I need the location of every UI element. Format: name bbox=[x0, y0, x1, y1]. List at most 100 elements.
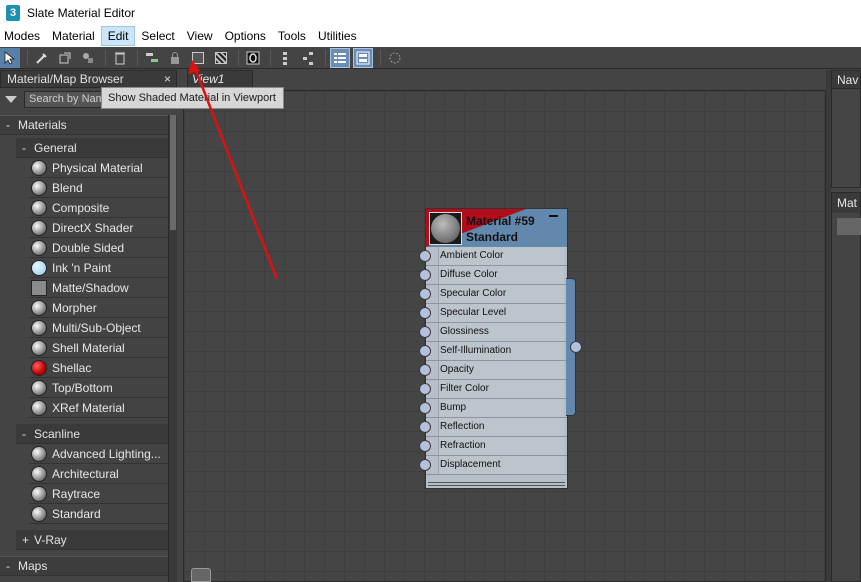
lock-icon[interactable] bbox=[165, 48, 185, 68]
category-general[interactable]: - General bbox=[16, 138, 168, 158]
material-item-multi-sub-object[interactable]: Multi/Sub-Object bbox=[29, 318, 168, 338]
material-item-advanced-lighting[interactable]: Advanced Lighting... bbox=[29, 444, 168, 464]
node-slot-opacity[interactable]: Opacity bbox=[419, 361, 567, 380]
material-item-label: Raytrace bbox=[52, 486, 101, 501]
delete-icon[interactable] bbox=[110, 48, 130, 68]
material-item-top-bottom[interactable]: Top/Bottom bbox=[29, 378, 168, 398]
node-slot-self-illumination[interactable]: Self-Illumination bbox=[419, 342, 567, 361]
material-swatch-icon bbox=[31, 159, 47, 176]
tab-view1[interactable]: View1 bbox=[187, 70, 253, 88]
node-slot-specular-level[interactable]: Specular Level bbox=[419, 304, 567, 323]
menu-view[interactable]: View bbox=[181, 26, 219, 46]
material-swatch-icon bbox=[31, 279, 47, 296]
minimize-icon[interactable] bbox=[549, 215, 558, 217]
node-slot-ambient-color[interactable]: Ambient Color bbox=[419, 247, 567, 266]
category-materials[interactable]: - Materials bbox=[0, 115, 168, 135]
material-panel-header: Mat bbox=[832, 193, 860, 213]
node-material-type: Standard bbox=[466, 230, 519, 244]
node-slot-bump[interactable]: Bump bbox=[419, 399, 567, 418]
material-swatch-icon bbox=[31, 505, 47, 522]
input-socket[interactable] bbox=[419, 459, 431, 471]
input-socket[interactable] bbox=[419, 345, 431, 357]
close-icon[interactable]: × bbox=[164, 72, 171, 86]
material-item-xref-material[interactable]: XRef Material bbox=[29, 398, 168, 418]
menu-modes[interactable]: Modes bbox=[0, 26, 46, 46]
material-item-shell-material[interactable]: Shell Material bbox=[29, 338, 168, 358]
category-scanline[interactable]: - Scanline bbox=[16, 424, 168, 444]
navigator-panel: Nav bbox=[831, 70, 861, 188]
node-slot-reflection[interactable]: Reflection bbox=[419, 418, 567, 437]
node-slot-displacement[interactable]: Displacement bbox=[419, 456, 567, 475]
menu-tools[interactable]: Tools bbox=[272, 26, 312, 46]
put-to-scene-icon[interactable] bbox=[55, 48, 75, 68]
select-by-material-icon[interactable] bbox=[385, 48, 405, 68]
slot-label: Opacity bbox=[438, 361, 564, 379]
menu-options[interactable]: Options bbox=[219, 26, 272, 46]
layout-all-icon[interactable] bbox=[275, 48, 295, 68]
layout-children-icon[interactable] bbox=[298, 48, 318, 68]
show-shaded-material-icon[interactable] bbox=[188, 48, 208, 68]
slot-label: Specular Color bbox=[438, 285, 564, 303]
move-children-icon[interactable] bbox=[142, 48, 162, 68]
navigator-toggle-icon[interactable] bbox=[191, 568, 211, 582]
input-socket[interactable] bbox=[419, 383, 431, 395]
select-arrow-icon[interactable] bbox=[0, 47, 20, 68]
collapse-icon: - bbox=[22, 426, 26, 441]
material-item-directx-shader[interactable]: DirectX Shader bbox=[29, 218, 168, 238]
material-item-label: Shell Material bbox=[52, 340, 125, 355]
input-socket[interactable] bbox=[419, 364, 431, 376]
category-label: General bbox=[34, 140, 77, 155]
material-item-raytrace[interactable]: Raytrace bbox=[29, 484, 168, 504]
node-slot-refraction[interactable]: Refraction bbox=[419, 437, 567, 456]
category-maps[interactable]: - Maps bbox=[0, 556, 168, 576]
chevron-down-icon[interactable] bbox=[5, 95, 17, 103]
menu-select[interactable]: Select bbox=[135, 26, 180, 46]
output-socket[interactable] bbox=[570, 341, 582, 353]
input-socket[interactable] bbox=[419, 421, 431, 433]
input-socket[interactable] bbox=[419, 440, 431, 452]
assign-to-selection-icon[interactable] bbox=[78, 48, 98, 68]
material-item-shellac[interactable]: Shellac bbox=[29, 358, 168, 378]
show-realistic-icon[interactable] bbox=[211, 48, 231, 68]
material-item-double-sided[interactable]: Double Sided bbox=[29, 238, 168, 258]
menu-material[interactable]: Material bbox=[46, 26, 101, 46]
input-socket[interactable] bbox=[419, 250, 431, 262]
input-socket[interactable] bbox=[419, 288, 431, 300]
node-slot-specular-color[interactable]: Specular Color bbox=[419, 285, 567, 304]
material-map-browser-icon[interactable] bbox=[330, 47, 350, 68]
slot-label: Diffuse Color bbox=[438, 266, 564, 284]
menu-utilities[interactable]: Utilities bbox=[312, 26, 363, 46]
material-item-standard[interactable]: Standard bbox=[29, 504, 168, 524]
window-title: Slate Material Editor bbox=[27, 5, 136, 20]
material-item-label: Architectural bbox=[52, 466, 119, 481]
node-slot-glossiness[interactable]: Glossiness bbox=[419, 323, 567, 342]
menu-edit[interactable]: Edit bbox=[100, 26, 136, 46]
show-background-icon[interactable] bbox=[243, 48, 263, 68]
node-slot-filter-color[interactable]: Filter Color bbox=[419, 380, 567, 399]
parameter-editor-icon[interactable] bbox=[353, 47, 373, 68]
input-socket[interactable] bbox=[419, 307, 431, 319]
scrollbar-thumb[interactable] bbox=[170, 115, 176, 230]
input-socket[interactable] bbox=[419, 402, 431, 414]
slot-label: Reflection bbox=[438, 418, 564, 436]
material-item-blend[interactable]: Blend bbox=[29, 178, 168, 198]
material-node[interactable]: Material #59 Standard Ambient Color Diffu… bbox=[419, 208, 568, 489]
node-resize-grip[interactable] bbox=[428, 482, 565, 486]
material-swatch-icon bbox=[31, 259, 47, 276]
material-item-physical-material[interactable]: Physical Material bbox=[29, 158, 168, 178]
node-slot-diffuse-color[interactable]: Diffuse Color bbox=[419, 266, 567, 285]
eyedropper-icon[interactable] bbox=[32, 48, 52, 68]
material-item-composite[interactable]: Composite bbox=[29, 198, 168, 218]
input-socket[interactable] bbox=[419, 326, 431, 338]
input-socket[interactable] bbox=[419, 269, 431, 281]
material-swatch-icon bbox=[31, 339, 47, 356]
material-item-ink-n-paint[interactable]: Ink 'n Paint bbox=[29, 258, 168, 278]
category-vray[interactable]: + V-Ray bbox=[16, 530, 168, 550]
node-header[interactable]: Material #59 Standard bbox=[426, 209, 567, 247]
material-item-architectural[interactable]: Architectural bbox=[29, 464, 168, 484]
material-name-field[interactable] bbox=[837, 218, 861, 235]
browser-scrollbar[interactable] bbox=[168, 115, 177, 582]
material-item-morpher[interactable]: Morpher bbox=[29, 298, 168, 318]
slot-label: Ambient Color bbox=[438, 247, 564, 265]
material-item-matte-shadow[interactable]: Matte/Shadow bbox=[29, 278, 168, 298]
